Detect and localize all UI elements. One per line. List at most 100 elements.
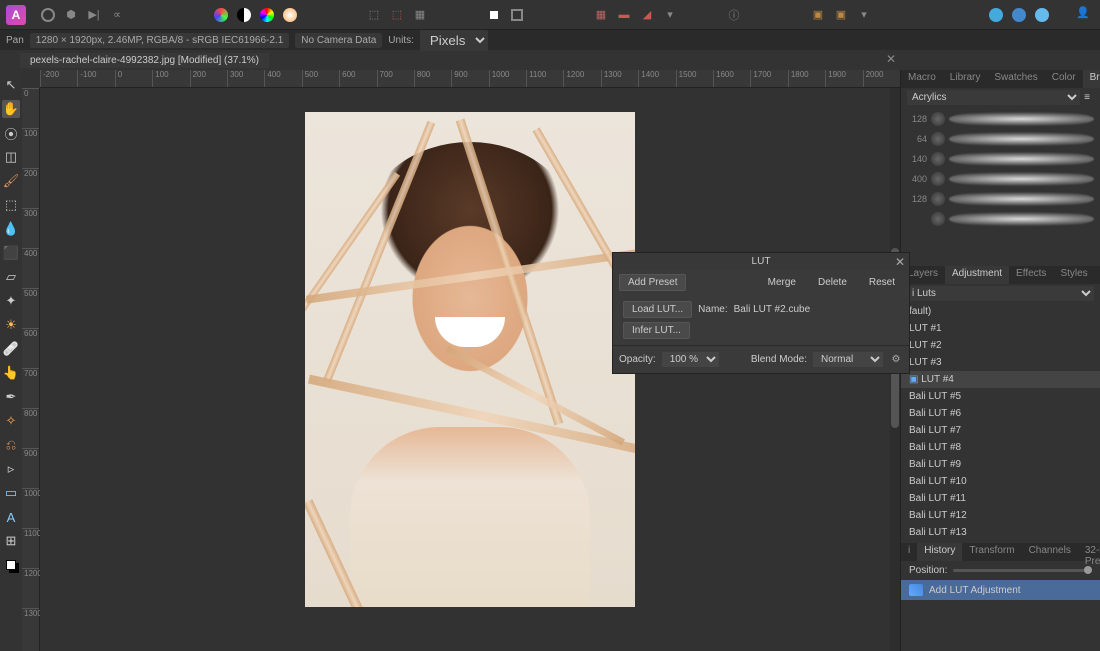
adjustment-preset[interactable]: Bali LUT #8 [901,439,1100,456]
smudge-tool-icon[interactable]: 👆 [2,364,20,382]
selection-icon[interactable]: ⬚ [387,5,407,25]
adjustment-preset[interactable]: ▣ LUT #4 [901,371,1100,388]
toolbar-btn[interactable] [257,5,277,25]
brush-preset[interactable]: 128 [901,189,1100,209]
infer-lut-button[interactable]: Infer LUT... [623,322,690,339]
adjustment-preset[interactable]: Bali LUT #6 [901,405,1100,422]
quickmask-icon[interactable] [507,5,527,25]
toolbar-btn[interactable] [234,5,254,25]
panel-menu-icon[interactable]: ≡ [1080,92,1094,103]
tab-brushes[interactable]: Brushes [1083,70,1100,88]
adjustment-category-select[interactable]: i Luts [907,286,1094,301]
adjustment-preset[interactable]: Bali LUT #13 [901,524,1100,541]
adjustment-preset[interactable]: fault) [901,303,1100,320]
brush-preset[interactable]: 400 [901,169,1100,189]
retouch-tool-icon[interactable]: ✧ [2,412,20,430]
adjustment-preset[interactable]: LUT #3 [901,354,1100,371]
gradient-tool-icon[interactable]: ⬛ [2,244,20,262]
tab-effects[interactable]: Effects [1009,266,1053,284]
tab-color[interactable]: Color [1045,70,1083,88]
shape-tool-icon[interactable]: ▭ [2,484,20,502]
brush-preset[interactable]: 140 [901,149,1100,169]
flood-tool-icon[interactable]: 💧 [2,220,20,238]
assistant-icon[interactable]: ⓘ [724,5,744,25]
arrange-icon[interactable]: ▣ [808,5,828,25]
adjustment-preset[interactable]: Bali LUT #9 [901,456,1100,473]
tab-history[interactable]: History [917,543,962,561]
adjustment-preset[interactable]: LUT #1 [901,320,1100,337]
swatches-icon[interactable] [2,556,20,574]
close-tab-icon[interactable]: ✕ [886,52,896,66]
gear-icon[interactable]: ⚙ [889,353,903,367]
brush-tool-icon[interactable]: 🖌 [2,172,20,190]
merge-button[interactable]: Merge [760,275,804,290]
toolbar-btn[interactable]: ▶| [84,5,104,25]
toolbar-btn[interactable] [38,5,58,25]
pen-tool-icon[interactable]: ✒ [2,388,20,406]
persona-develop-icon[interactable] [1032,5,1052,25]
tab-macro[interactable]: Macro [901,70,943,88]
persona-photo-icon[interactable] [986,5,1006,25]
quickmask-icon[interactable] [484,5,504,25]
adjustment-preset[interactable]: Bali LUT #10 [901,473,1100,490]
adjustment-preset[interactable]: Bali LUT #12 [901,507,1100,524]
pan-tool-icon[interactable]: ✋ [2,100,20,118]
arrange-icon[interactable]: ▣ [831,5,851,25]
tab-swatches[interactable]: Swatches [987,70,1044,88]
move-tool-icon[interactable]: ↖ [2,76,20,94]
crop-tool-icon[interactable]: ◫ [2,148,20,166]
clone-tool-icon[interactable]: ✦ [2,292,20,310]
dodge-tool-icon[interactable]: ☀ [2,316,20,334]
toolbar-btn[interactable] [211,5,231,25]
units-select[interactable]: Pixels [420,30,488,51]
history-panel-tabs: i History Transform Channels 32-bit Prev… [901,543,1100,561]
tab-styles[interactable]: Styles [1053,266,1094,284]
toolbar-btn[interactable]: ▾ [660,5,680,25]
healing-tool-icon[interactable]: 🩹 [2,340,20,358]
tab-library[interactable]: Library [943,70,988,88]
blend-mode-select[interactable]: Normal [813,352,883,367]
reset-button[interactable]: Reset [861,275,903,290]
document-tab[interactable]: pexels-rachel-claire-4992382.jpg [Modifi… [20,53,269,68]
text-tool-icon[interactable]: A [2,508,20,526]
mesh-tool-icon[interactable]: ⊞ [2,532,20,550]
toolbar-btn[interactable]: ▦ [591,5,611,25]
selection-icon[interactable]: ⬚ [364,5,384,25]
adjustment-preset[interactable]: Bali LUT #11 [901,490,1100,507]
toolbar-btn[interactable]: ▬ [614,5,634,25]
tab-info[interactable]: i [901,543,917,561]
brush-preset[interactable]: 128 [901,109,1100,129]
tab-stock[interactable]: Stock [1095,266,1100,284]
add-preset-button[interactable]: Add Preset [619,274,686,291]
account-icon[interactable]: 👤 [1076,6,1092,22]
tab-adjustment[interactable]: Adjustment [945,266,1009,284]
toolbar-btn[interactable]: ◢ [637,5,657,25]
history-item[interactable]: Add LUT Adjustment [901,580,1100,600]
toolbar-btn[interactable] [280,5,300,25]
delete-button[interactable]: Delete [810,275,855,290]
brush-category-select[interactable]: Acrylics [907,90,1080,105]
brush-preset[interactable] [901,209,1100,229]
stamp-tool-icon[interactable]: ⎌ [2,436,20,454]
eraser-tool-icon[interactable]: ▱ [2,268,20,286]
tab-channels[interactable]: Channels [1022,543,1078,561]
load-lut-button[interactable]: Load LUT... [623,301,692,318]
selection-tool-icon[interactable]: ⬚ [2,196,20,214]
color-picker-tool-icon[interactable]: ⦿ [2,124,20,142]
document-tabs: pexels-rachel-claire-4992382.jpg [Modifi… [0,50,1100,70]
history-slider[interactable] [953,569,1092,572]
adjustment-preset[interactable]: Bali LUT #5 [901,388,1100,405]
opacity-select[interactable]: 100 % [662,352,719,367]
toolbar-btn[interactable]: ⬢ [61,5,81,25]
toolbar-btn[interactable]: ▦ [410,5,430,25]
arrange-icon[interactable]: ▾ [854,5,874,25]
node-tool-icon[interactable]: ▹ [2,460,20,478]
adjustment-preset[interactable]: LUT #2 [901,337,1100,354]
brush-preset[interactable]: 64 [901,129,1100,149]
share-icon[interactable]: ∝ [107,5,127,25]
tab-transform[interactable]: Transform [962,543,1021,561]
close-icon[interactable]: ✕ [895,255,905,269]
tab-32bit[interactable]: 32-bit Preview [1078,543,1100,561]
adjustment-preset[interactable]: Bali LUT #7 [901,422,1100,439]
persona-liquify-icon[interactable] [1009,5,1029,25]
